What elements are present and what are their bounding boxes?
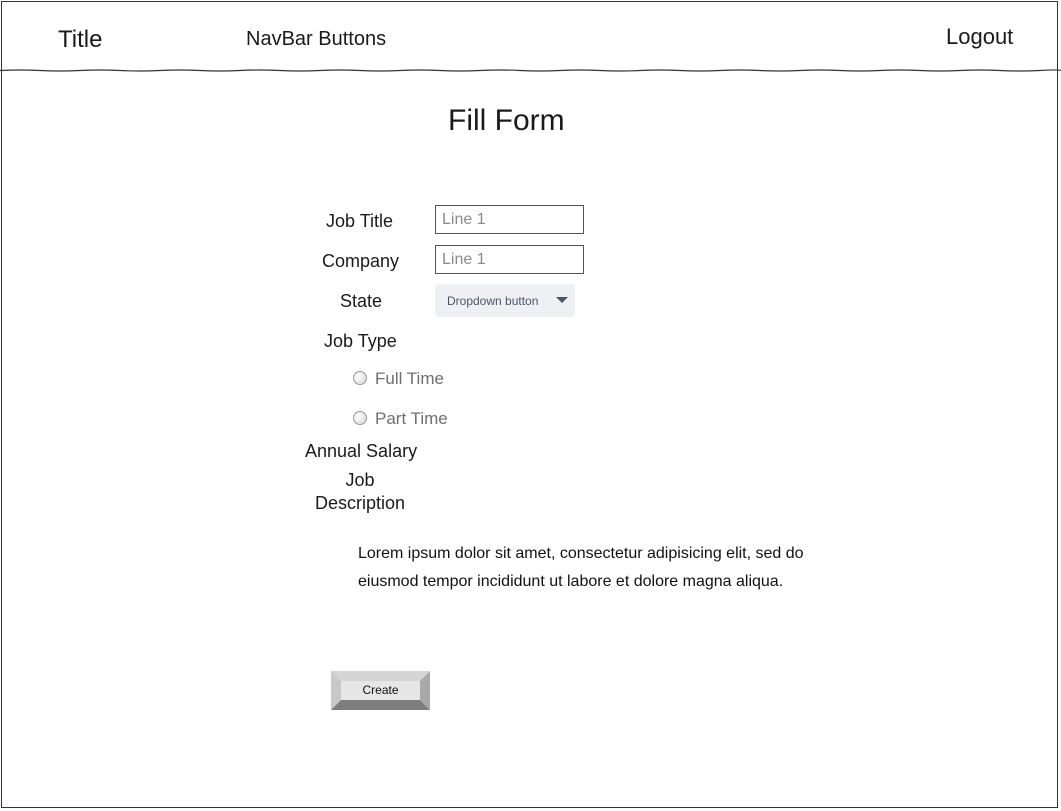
annual-salary-label: Annual Salary bbox=[305, 441, 418, 461]
navbar: Title NavBar Buttons Logout bbox=[0, 0, 1059, 70]
navbar-buttons[interactable]: NavBar Buttons bbox=[246, 28, 386, 51]
logout-button[interactable]: Logout bbox=[946, 24, 1013, 50]
company-label: Company bbox=[322, 251, 400, 271]
part-time-label[interactable]: Part Time bbox=[375, 409, 448, 429]
job-description-label: Job Description bbox=[315, 470, 405, 514]
job-description-text[interactable]: Lorem ipsum dolor sit amet, consectetur … bbox=[358, 540, 828, 596]
job-title-input[interactable]: Line 1 bbox=[435, 205, 584, 234]
part-time-radio[interactable] bbox=[353, 411, 367, 425]
job-description-line2: eiusmod tempor incididunt ut labore et d… bbox=[358, 573, 784, 590]
create-button-label: Create bbox=[362, 683, 399, 697]
create-button[interactable]: Create bbox=[331, 671, 430, 710]
state-dropdown[interactable]: Dropdown button bbox=[435, 284, 575, 317]
dropdown-label: Dropdown button bbox=[447, 294, 539, 308]
form-title: Fill Form bbox=[448, 104, 565, 137]
job-description-line1: Lorem ipsum dolor sit amet, consectetur … bbox=[358, 545, 804, 562]
state-label: State bbox=[340, 291, 383, 311]
navbar-divider bbox=[0, 69, 1061, 72]
company-input[interactable]: Line 1 bbox=[435, 245, 584, 274]
full-time-label[interactable]: Full Time bbox=[375, 369, 444, 389]
job-type-label: Job Type bbox=[324, 331, 397, 351]
chevron-down-icon bbox=[556, 297, 568, 303]
full-time-radio[interactable] bbox=[353, 371, 367, 385]
job-description-label-line2: Description bbox=[315, 493, 406, 513]
app-title: Title bbox=[58, 26, 103, 53]
job-description-label-line1: Job bbox=[345, 470, 375, 490]
job-title-label: Job Title bbox=[326, 211, 394, 231]
